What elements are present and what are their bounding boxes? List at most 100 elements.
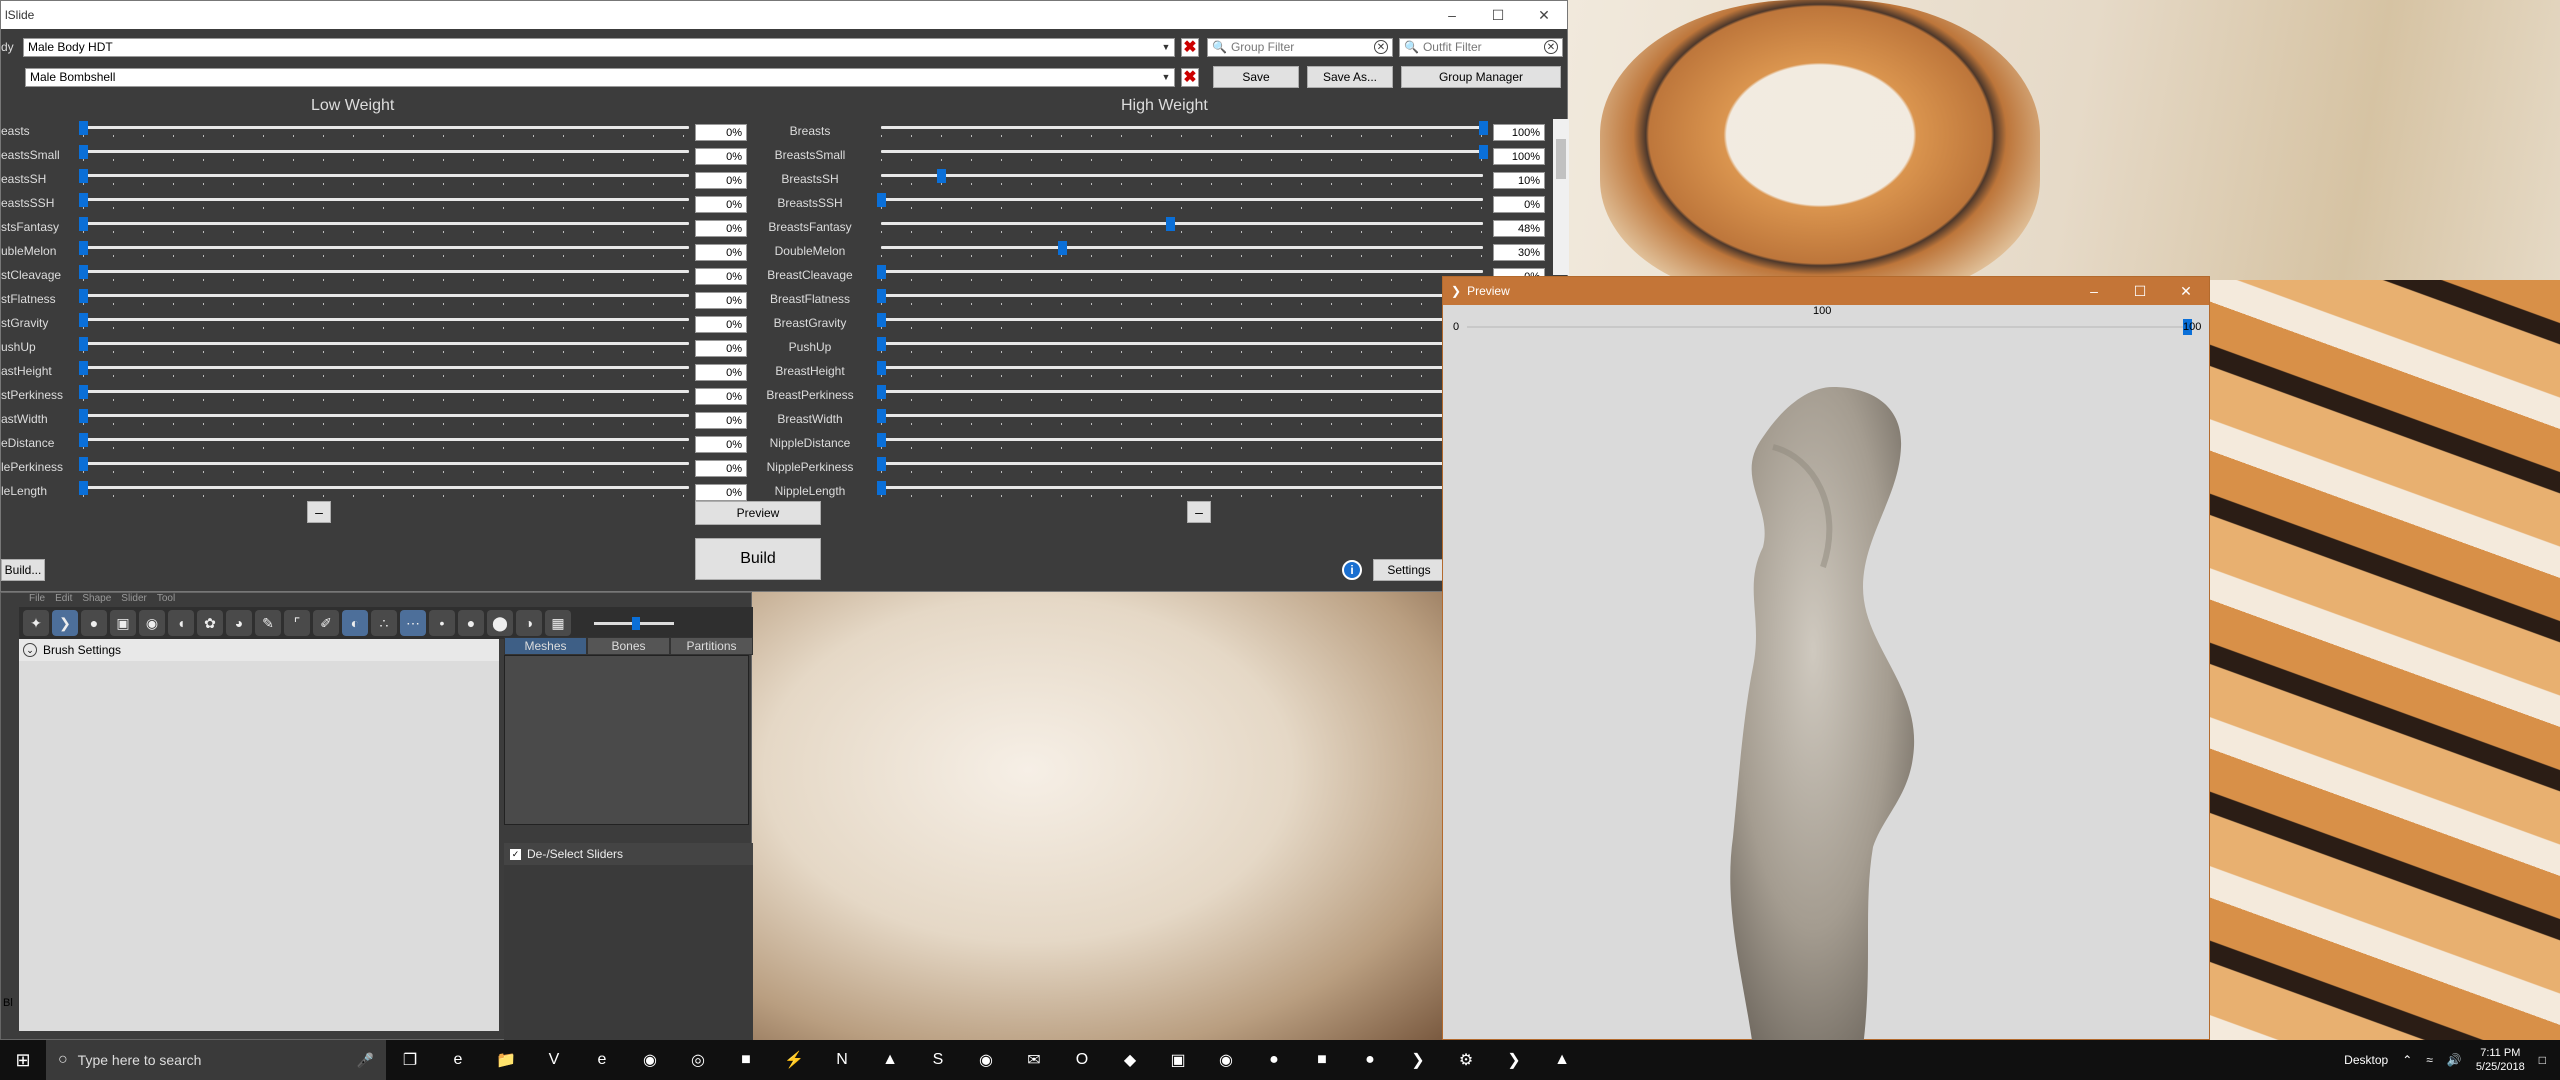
tab-partitions[interactable]: Partitions xyxy=(670,637,753,655)
low-weight-value[interactable]: 0% xyxy=(695,388,747,405)
low-weight-value[interactable]: 0% xyxy=(695,460,747,477)
slider-thumb[interactable] xyxy=(877,457,886,471)
low-weight-value[interactable]: 0% xyxy=(695,172,747,189)
image-icon[interactable]: ▲ xyxy=(1538,1040,1586,1080)
high-weight-value[interactable]: 30% xyxy=(1493,244,1545,261)
texture-icon[interactable]: ▦ xyxy=(545,610,571,636)
bodyslide2-icon[interactable]: ❯ xyxy=(1490,1040,1538,1080)
high-weight-slider[interactable] xyxy=(877,409,1483,433)
high-weight-value[interactable]: 48% xyxy=(1493,220,1545,237)
menu-item[interactable]: Edit xyxy=(55,593,72,607)
steam-icon[interactable]: ◎ xyxy=(674,1040,722,1080)
slider-thumb[interactable] xyxy=(79,313,88,327)
field-of-view-slider[interactable] xyxy=(594,616,674,630)
maximize-icon[interactable]: ☐ xyxy=(2117,277,2163,305)
body-mesh-render[interactable] xyxy=(1713,387,1953,1047)
slider-scrollbar[interactable] xyxy=(1553,119,1569,275)
x-mirror-icon[interactable]: ◐ xyxy=(342,610,368,636)
mod-icon[interactable]: ■ xyxy=(1298,1040,1346,1080)
firefox-dev-icon[interactable]: ◉ xyxy=(626,1040,674,1080)
slider-thumb[interactable] xyxy=(79,289,88,303)
low-weight-slider[interactable] xyxy=(79,121,689,145)
tab-bones[interactable]: Bones xyxy=(587,637,670,655)
blender-icon[interactable]: ● xyxy=(1346,1040,1394,1080)
low-weight-value[interactable]: 0% xyxy=(695,340,747,357)
brush-size-large-icon[interactable]: ⬤ xyxy=(487,610,513,636)
close-icon[interactable]: ✕ xyxy=(2163,277,2209,305)
maximize-icon[interactable]: ☐ xyxy=(1475,1,1521,29)
menu-item[interactable]: File xyxy=(29,593,45,607)
menu-item[interactable]: Tool xyxy=(157,593,175,607)
tab-meshes[interactable]: Meshes xyxy=(504,637,587,655)
high-weight-slider[interactable] xyxy=(877,361,1483,385)
settings-button[interactable]: Settings xyxy=(1373,559,1445,581)
flash-icon[interactable]: ⚡ xyxy=(770,1040,818,1080)
high-weight-slider[interactable] xyxy=(877,313,1483,337)
high-weight-slider[interactable] xyxy=(881,145,1488,169)
slider-thumb[interactable] xyxy=(937,169,947,183)
preview-button[interactable]: Preview xyxy=(695,501,821,525)
low-weight-slider[interactable] xyxy=(79,337,689,361)
task-view-icon[interactable]: ❐ xyxy=(386,1040,434,1080)
file-explorer-icon[interactable]: 📁 xyxy=(482,1040,530,1080)
low-weight-value[interactable]: 0% xyxy=(695,292,747,309)
high-weight-slider[interactable] xyxy=(881,217,1483,241)
high-weight-value[interactable]: 10% xyxy=(1493,172,1545,189)
select-tool-icon[interactable]: ✦ xyxy=(23,610,49,636)
connected-only-icon[interactable]: ∴ xyxy=(371,610,397,636)
slider-thumb[interactable] xyxy=(877,385,886,399)
select-sliders-checkbox[interactable]: ✓ xyxy=(510,848,521,860)
search-box[interactable]: ○ Type here to search 🎤 xyxy=(46,1040,386,1080)
high-weight-value[interactable]: 0% xyxy=(1493,196,1545,213)
bodyslide-icon[interactable]: ❯ xyxy=(1394,1040,1442,1080)
slider-thumb[interactable] xyxy=(877,481,886,495)
inflate-brush-icon[interactable]: ● xyxy=(81,610,107,636)
low-weight-slider[interactable] xyxy=(79,169,689,193)
slider-thumb[interactable] xyxy=(79,361,88,375)
low-weight-slider[interactable] xyxy=(79,217,689,241)
color-brush-icon[interactable]: ✎ xyxy=(255,610,281,636)
chevron-up-icon[interactable]: ⌃ xyxy=(2402,1053,2412,1067)
slider-thumb[interactable] xyxy=(79,193,88,207)
wifi-icon[interactable]: ≈ xyxy=(2426,1053,2433,1067)
slider-thumb[interactable] xyxy=(79,337,88,351)
global-brush-icon[interactable]: ⋯ xyxy=(400,610,426,636)
start-icon[interactable]: ⊞ xyxy=(0,1040,46,1080)
slider-thumb[interactable] xyxy=(877,337,886,351)
batch-build-button[interactable]: Build... xyxy=(1,559,45,581)
slider-thumb[interactable] xyxy=(877,193,886,207)
slider-thumb[interactable] xyxy=(79,145,88,159)
high-weight-slider[interactable] xyxy=(881,121,1488,145)
body-select[interactable]: Male Body HDT ▼ xyxy=(23,37,1175,57)
low-weight-value[interactable]: 0% xyxy=(695,412,747,429)
vlc-icon[interactable]: ▲ xyxy=(866,1040,914,1080)
firefox-icon[interactable]: ◉ xyxy=(1202,1040,1250,1080)
collapse-icon[interactable]: ⌄ xyxy=(23,643,37,657)
low-weight-slider[interactable] xyxy=(79,145,689,169)
deflate-brush-icon[interactable]: ◉ xyxy=(139,610,165,636)
weight-slider[interactable] xyxy=(1467,319,2192,335)
slider-thumb[interactable] xyxy=(877,313,886,327)
low-weight-slider[interactable] xyxy=(79,433,689,457)
slider-thumb[interactable] xyxy=(79,217,88,231)
low-weight-value[interactable]: 0% xyxy=(695,268,747,285)
high-weight-slider[interactable] xyxy=(881,241,1483,265)
low-weight-value[interactable]: 0% xyxy=(695,436,747,453)
weight-brush-icon[interactable]: ◕ xyxy=(226,610,252,636)
minimize-icon[interactable]: – xyxy=(1429,1,1475,29)
group-manager-button[interactable]: Group Manager xyxy=(1401,66,1561,88)
slider-thumb[interactable] xyxy=(79,481,88,495)
transform-tool-icon[interactable]: ❯ xyxy=(52,610,78,636)
low-weight-slider[interactable] xyxy=(79,265,689,289)
slider-thumb[interactable] xyxy=(79,265,88,279)
menu-item[interactable]: Shape xyxy=(82,593,111,607)
low-weight-slider[interactable] xyxy=(79,193,689,217)
menu-item[interactable]: Slider xyxy=(121,593,147,607)
low-weight-value[interactable]: 0% xyxy=(695,148,747,165)
slider-thumb[interactable] xyxy=(877,289,886,303)
low-weight-value[interactable]: 0% xyxy=(695,124,747,141)
low-weight-slider[interactable] xyxy=(79,409,689,433)
low-weight-slider[interactable] xyxy=(79,313,689,337)
low-weight-value[interactable]: 0% xyxy=(695,220,747,237)
scrollbar-thumb[interactable] xyxy=(1556,139,1566,179)
